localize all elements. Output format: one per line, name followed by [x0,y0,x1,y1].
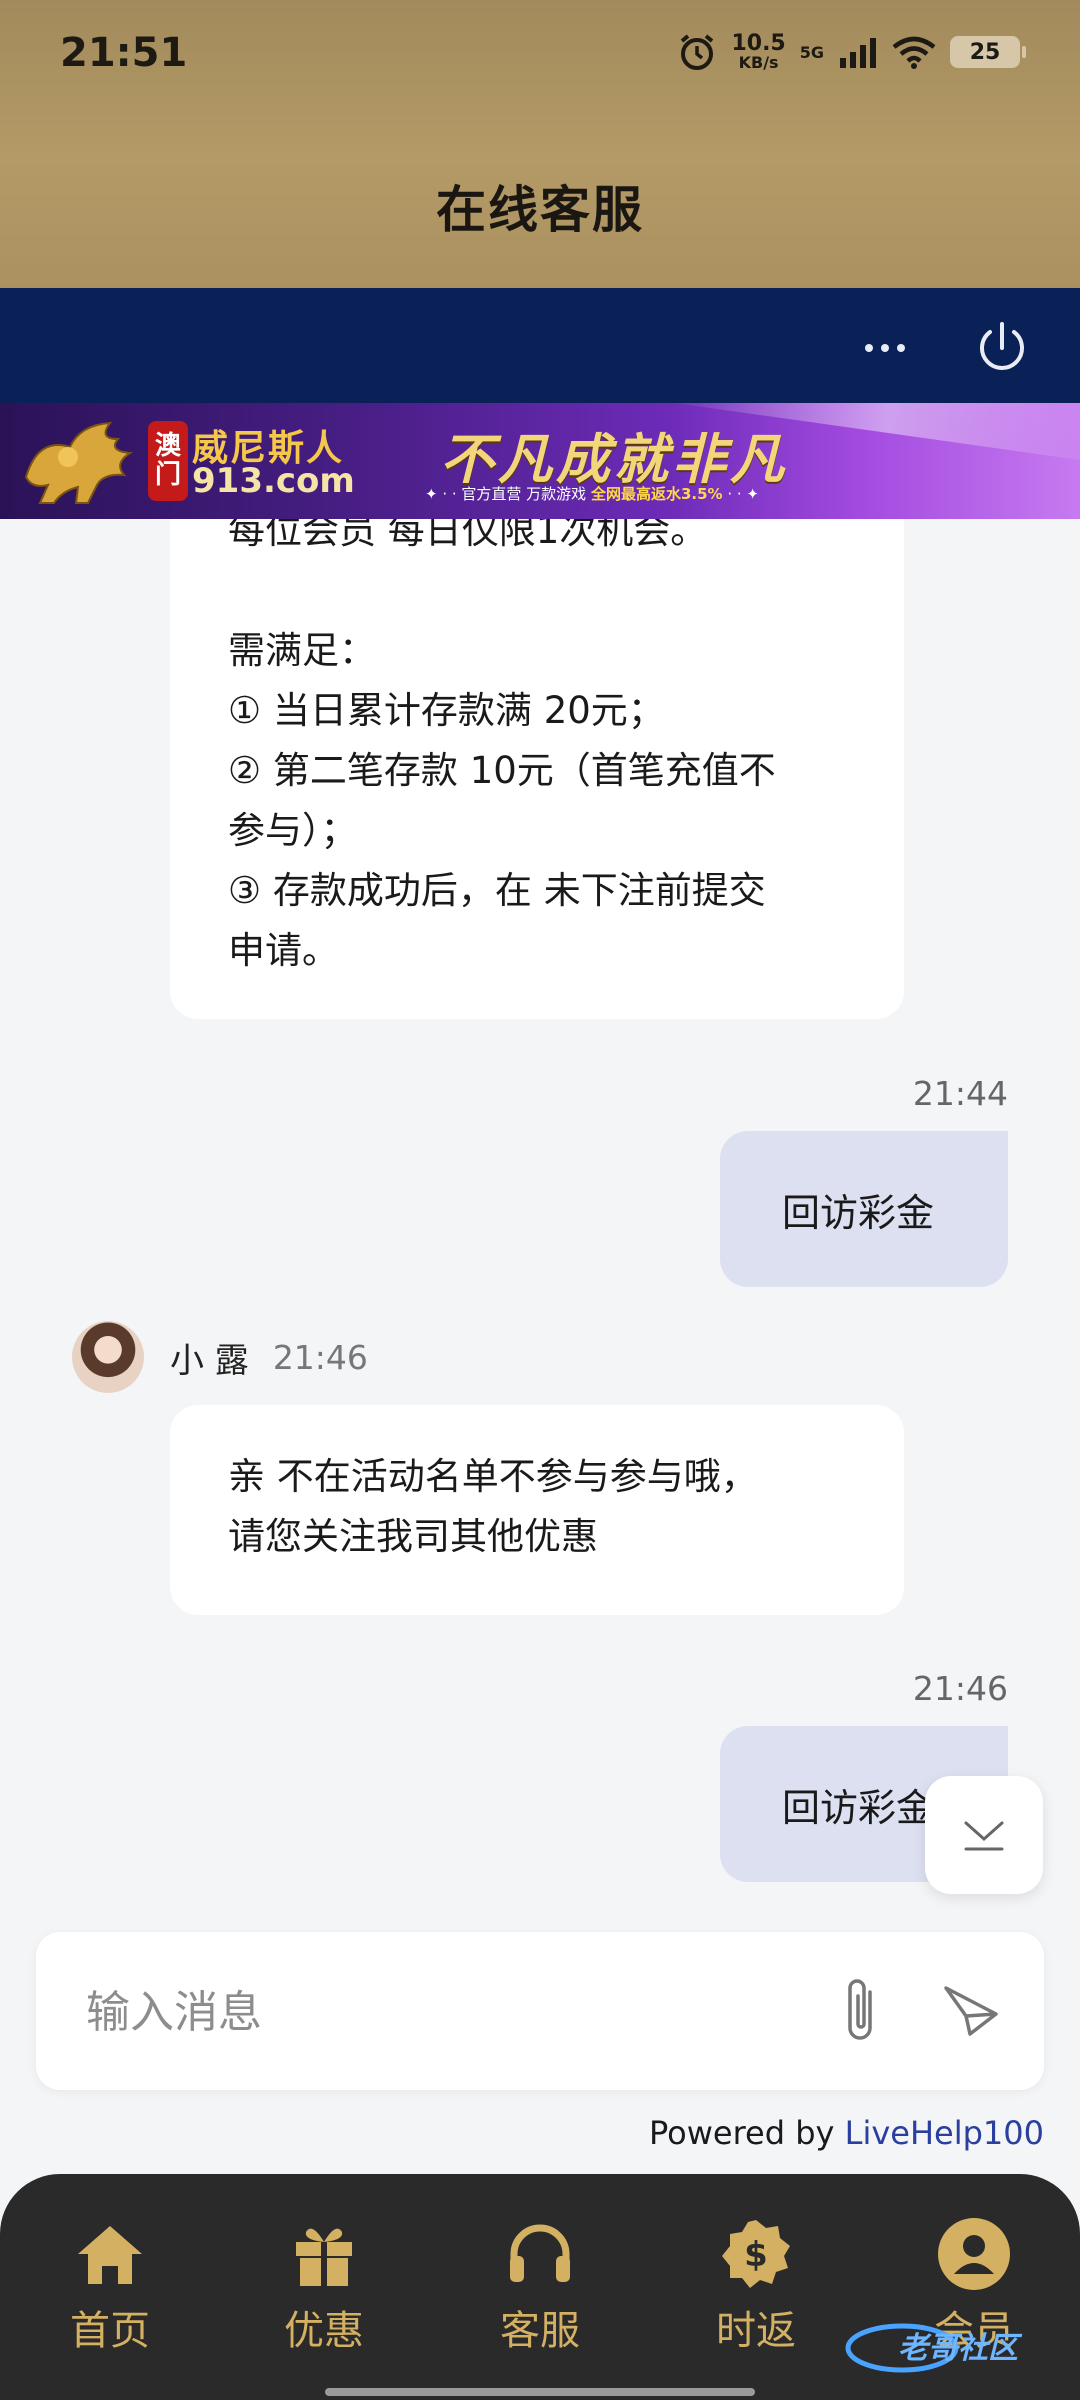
dollar-badge-icon: $ [722,2220,790,2288]
send-icon[interactable] [936,1972,1006,2052]
agent-header: 小 露 21:46 [72,1321,368,1393]
message-line: 申请。 [228,929,339,972]
watermark-logo: 老哥社区 [845,2323,1023,2373]
message-line: 参与）； [228,809,358,852]
message-line: 请您关注我司其他优惠 [228,1515,598,1558]
agent-message: 亲 不在活动名单不参与参与哦， 请您关注我司其他优惠 [170,1405,904,1615]
net-speed-unit: KB/s [738,53,779,72]
nav-label: 时返 [716,2308,796,2354]
user-message: 回访彩金 [720,1131,1008,1287]
message-line: ① 当日累计存款满 20元； [228,689,665,732]
agent-message: 每位会员 每日仅限1次机会。 需满足： ① 当日累计存款满 20元； ② 第二笔… [170,519,904,1019]
agent-name: 小 露 [170,1340,249,1381]
battery-icon: 25 [950,36,1026,68]
winged-lion-logo [24,421,134,504]
nav-label: 首页 [70,2308,150,2354]
signal-icon [840,38,876,68]
more-button[interactable] [855,318,915,378]
status-bar: 21:51 10.5 KB/s 5G 25 [0,0,1080,110]
message-line [228,561,846,621]
svg-text:老哥社区: 老哥社区 [898,2331,1023,2366]
message-line: ③ 存款成功后，在 未下注前提交 [228,869,766,912]
top-header: 21:51 10.5 KB/s 5G 25 在线客服 [0,0,1080,288]
network-type: 5G [800,43,824,62]
message-time: 21:44 [912,1074,1008,1113]
banner-highlight: 全网最高返水3.5% [590,485,723,503]
home-indicator [325,2388,755,2396]
message-time: 21:46 [272,1337,368,1377]
gift-icon [296,2228,352,2286]
message-composer [36,1932,1044,2090]
message-time: 21:46 [912,1669,1008,1708]
message-line: 需满足： [228,629,376,672]
powered-by-link[interactable]: LiveHelp100 [845,2114,1044,2152]
svg-text:$: $ [744,2235,768,2275]
network-label: 5G [799,42,824,62]
message-text: 回访彩金 [782,1190,935,1235]
more-icon [865,344,873,352]
nav-item-home[interactable]: 首页 [40,2214,180,2356]
message-text: 回访彩金 [782,1785,935,1830]
user-icon [938,2218,1010,2290]
banner-url: 913.com [192,461,355,501]
home-icon [78,2226,142,2284]
message-line: 亲 不在活动名单不参与参与哦， [228,1455,758,1498]
nav-label: 客服 [500,2308,580,2354]
nav-item-service[interactable]: 客服 [470,2214,610,2356]
chevron-down-icon [964,1821,1004,1851]
nav-item-rebate[interactable]: $ 时返 [686,2214,826,2356]
macau-tag: 澳 门 [148,421,188,501]
ad-banner[interactable]: 澳 门 威尼斯人 913.com 不凡成就非凡 ✦ · · 官方直营 万款游戏 … [0,403,1080,519]
powered-by: Powered by LiveHelp100 [648,2114,1044,2152]
net-speed: 10.5 KB/s [731,33,785,71]
avatar[interactable] [72,1321,144,1393]
battery-level: 25 [969,39,1001,65]
nav-label: 优惠 [284,2308,364,2354]
chat-area[interactable]: 每位会员 每日仅限1次机会。 需满足： ① 当日累计存款满 20元； ② 第二笔… [0,519,1080,1919]
status-icons: 10.5 KB/s 5G 25 [677,32,1026,72]
net-speed-value: 10.5 [731,31,786,56]
power-icon[interactable] [970,316,1034,380]
message-input[interactable] [86,1972,786,2052]
page-title: 在线客服 [436,181,644,239]
paperclip-icon[interactable] [826,1972,896,2052]
status-time: 21:51 [60,30,188,76]
message-line: ② 第二笔存款 10元（首笔充值不 [228,749,776,792]
chat-toolbar [0,288,1080,403]
wifi-icon [892,36,936,69]
message-line: 每位会员 每日仅限1次机会。 [228,519,708,552]
headset-icon [510,2224,570,2282]
alarm-icon [681,34,714,70]
banner-subline: ✦ · · 官方直营 万款游戏 全网最高返水3.5% · · ✦ [425,485,759,503]
scroll-to-bottom-button[interactable] [925,1776,1043,1894]
nav-item-offers[interactable]: 优惠 [254,2214,394,2356]
